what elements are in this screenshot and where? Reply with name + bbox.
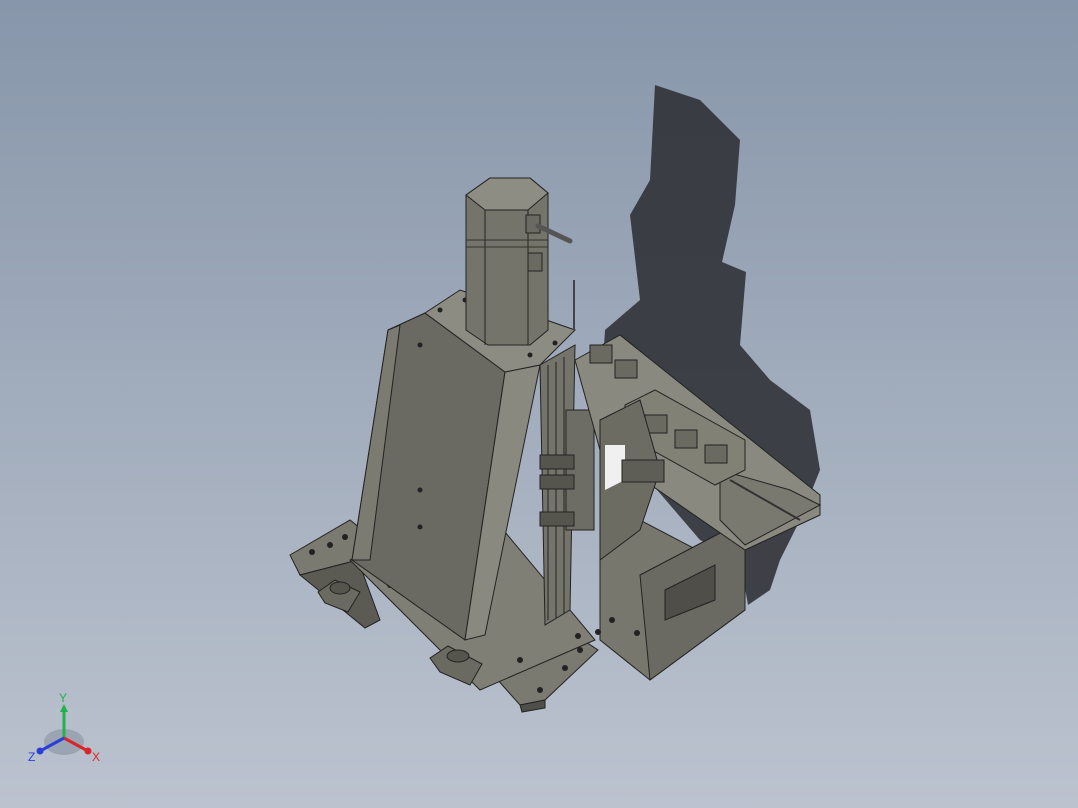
x-arrow-icon	[84, 747, 92, 755]
z-arrow-icon	[36, 747, 44, 755]
cad-model-scene[interactable]	[0, 0, 1078, 808]
servo-motor[interactable]	[465, 177, 549, 346]
coordinate-triad: Y X Z	[28, 692, 100, 764]
x-axis-label: X	[92, 750, 100, 764]
y-arrow-icon	[60, 704, 68, 712]
cad-graphics-viewport[interactable]: Y X Z	[0, 0, 1078, 808]
z-axis-label: Z	[28, 750, 35, 764]
y-axis-label: Y	[59, 692, 67, 705]
